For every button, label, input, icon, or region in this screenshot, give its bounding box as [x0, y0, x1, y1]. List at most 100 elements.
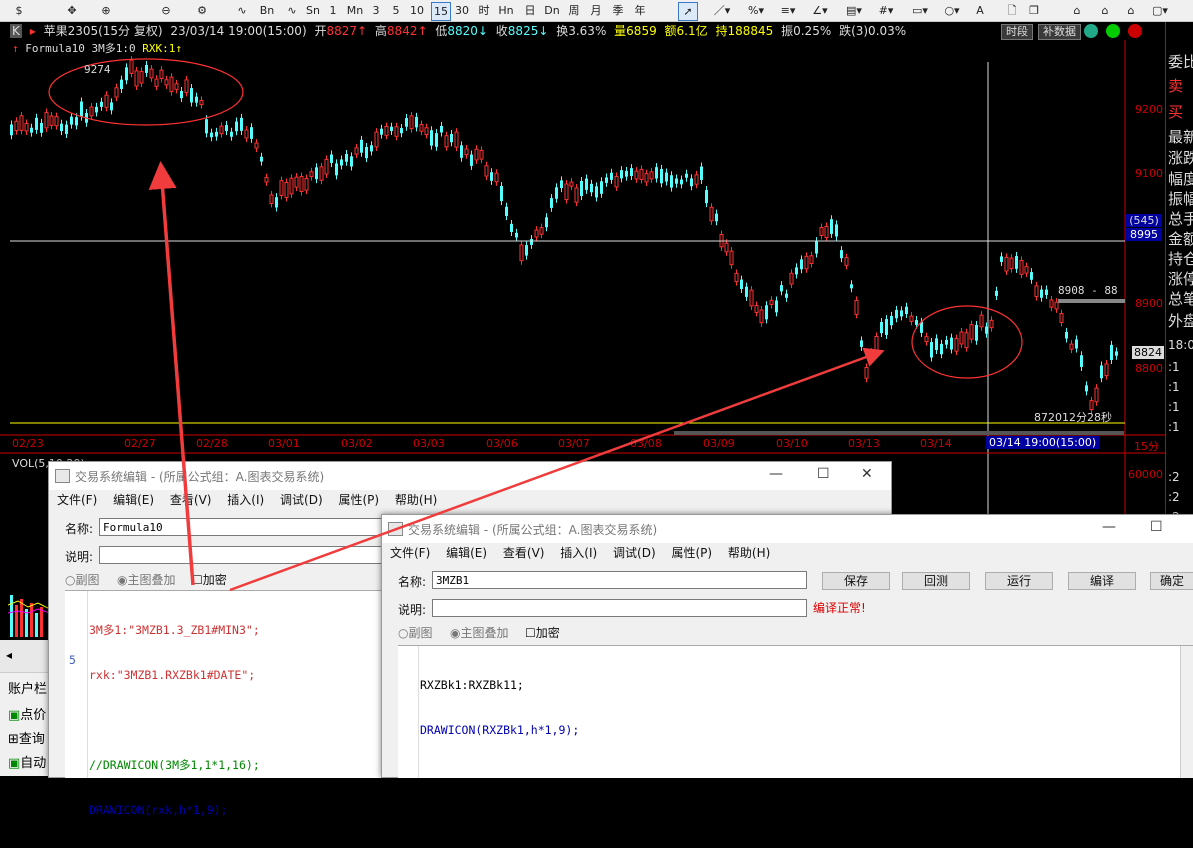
- encrypt-checkbox[interactable]: ☐加密: [192, 571, 227, 588]
- formula-name-input[interactable]: Formula10: [99, 518, 399, 536]
- menu-insert[interactable]: 插入(I): [560, 546, 597, 560]
- draw-line-icon[interactable]: ／▾: [710, 2, 734, 19]
- backtest-button[interactable]: 回测: [902, 572, 970, 590]
- radio-subchart[interactable]: ○副图: [398, 624, 433, 641]
- expand-icon[interactable]: ⊞: [8, 732, 19, 747]
- panel-total-trades: 总笔: [1168, 290, 1193, 308]
- menu-insert[interactable]: 插入(I): [227, 493, 264, 507]
- chart-menu-icon[interactable]: K: [10, 24, 22, 38]
- formula-name-input[interactable]: 3MZB1: [432, 571, 807, 589]
- menu-properties[interactable]: 属性(P): [338, 493, 379, 507]
- code-editor-2[interactable]: RXZBk1:RXZBk11; DRAWICON(RXZBk1,h*1,9);: [398, 645, 1193, 778]
- period-dn-button[interactable]: Dn: [542, 2, 562, 19]
- sidebar-item-auto[interactable]: ▣自动: [8, 752, 46, 771]
- encrypt-checkbox[interactable]: ☐加密: [525, 624, 560, 641]
- refresh-icon[interactable]: [1084, 24, 1098, 38]
- period-year-button[interactable]: 年: [632, 2, 648, 19]
- percent-icon[interactable]: %▾: [744, 2, 768, 19]
- save-icon[interactable]: ▢▾: [1148, 2, 1172, 19]
- settings-icon[interactable]: ⚙: [190, 2, 214, 19]
- zoom-out-icon[interactable]: ⊖: [156, 2, 176, 19]
- period-month-button[interactable]: 月: [588, 2, 604, 19]
- save-button[interactable]: 保存: [822, 572, 890, 590]
- period-hn-button[interactable]: Hn: [496, 2, 516, 19]
- volume-value: 量6859: [614, 24, 657, 38]
- shopping-icon[interactable]: ⌂: [1122, 2, 1140, 19]
- period-5-button[interactable]: 5: [390, 2, 402, 19]
- editor2-titlebar[interactable]: 交易系统编辑 - (所属公式组：A.图表交易系统) — ☐: [382, 515, 1193, 543]
- period-3-button[interactable]: 3: [370, 2, 382, 19]
- period-1m-button[interactable]: Bn: [256, 2, 278, 19]
- maximize-button[interactable]: ☐: [817, 466, 830, 482]
- parallel-icon[interactable]: ≡▾: [776, 2, 800, 19]
- candle-body: [139, 70, 144, 84]
- cursor-icon[interactable]: ➚: [678, 2, 698, 21]
- description-input[interactable]: [432, 599, 807, 617]
- date-tick-label: 03/07: [558, 437, 590, 450]
- period-week-button[interactable]: 周: [566, 2, 582, 19]
- minimize-button[interactable]: —: [769, 466, 783, 482]
- period-button[interactable]: 时段: [1001, 24, 1033, 40]
- box-icon[interactable]: ▤▾: [842, 2, 866, 19]
- candle-body: [1085, 385, 1088, 392]
- period-1-button[interactable]: 1: [326, 2, 340, 19]
- period-min-button[interactable]: Mn: [344, 2, 366, 19]
- compile-button[interactable]: 编译: [1068, 572, 1136, 590]
- run-button[interactable]: 运行: [985, 572, 1053, 590]
- confirm-button[interactable]: 确定: [1150, 572, 1193, 590]
- period-hour-button[interactable]: 时: [476, 2, 492, 19]
- period-10-button[interactable]: 10: [408, 2, 426, 19]
- editor1-titlebar[interactable]: 交易系统编辑 - (所属公式组：A.图表交易系统) — ☐ ✕: [49, 462, 891, 490]
- crosshair-icon[interactable]: ✥: [62, 2, 82, 19]
- currency-dropdown[interactable]: $: [4, 2, 34, 19]
- menu-properties[interactable]: 属性(P): [671, 546, 712, 560]
- menu-edit[interactable]: 编辑(E): [446, 546, 487, 560]
- price-tick-8800: 8800: [1135, 362, 1163, 375]
- menu-view[interactable]: 查看(V): [503, 546, 545, 560]
- radio-subchart[interactable]: ○副图: [65, 571, 100, 588]
- delete-icon[interactable]: 🗋: [1004, 2, 1020, 19]
- supplement-data-button[interactable]: 补数据: [1038, 24, 1081, 40]
- menu-view[interactable]: 查看(V): [170, 493, 212, 507]
- radio-main-overlay[interactable]: ◉主图叠加: [117, 571, 176, 588]
- date-tick-label: 03/13: [848, 437, 880, 450]
- vertical-scrollbar[interactable]: [1180, 646, 1193, 778]
- close-red-icon[interactable]: [1128, 24, 1142, 38]
- radio-main-overlay[interactable]: ◉主图叠加: [450, 624, 509, 641]
- description-input[interactable]: [99, 546, 399, 564]
- scroll-left-icon[interactable]: ◂: [6, 648, 12, 662]
- code-editor-1[interactable]: 5 3M多1:"3MZB1.3_ZB1#MIN3"; rxk:"3MZB1.RX…: [65, 590, 395, 817]
- menu-file[interactable]: 文件(F): [390, 546, 430, 560]
- period-season-button[interactable]: 季: [610, 2, 626, 19]
- period-chart-icon[interactable]: ∿: [282, 2, 302, 19]
- shape-icon[interactable]: ▭▾: [908, 2, 932, 19]
- menu-edit[interactable]: 编辑(E): [113, 493, 154, 507]
- maximize-button[interactable]: ☐: [1150, 519, 1163, 535]
- low-value: 8820↓: [447, 24, 488, 38]
- menu-debug[interactable]: 调试(D): [613, 546, 656, 560]
- grid-icon[interactable]: #▾: [874, 2, 898, 19]
- menu-debug[interactable]: 调试(D): [280, 493, 323, 507]
- sidebar-item-price[interactable]: ▣点价: [8, 704, 46, 723]
- minimize-button[interactable]: —: [1102, 519, 1116, 535]
- period-day-button[interactable]: 日: [522, 2, 538, 19]
- unlock-icon[interactable]: ⌂: [1096, 2, 1114, 19]
- copy-icon[interactable]: ❐: [1026, 2, 1042, 19]
- candle-body: [550, 198, 553, 208]
- zoom-in-icon[interactable]: ⊕: [96, 2, 116, 19]
- sidebar-item-query[interactable]: ⊞查询: [8, 728, 45, 747]
- period-5m-button[interactable]: Sn: [302, 2, 324, 19]
- text-icon[interactable]: A: [972, 2, 988, 19]
- period-15-button[interactable]: 15: [431, 2, 451, 21]
- close-button[interactable]: ✕: [861, 466, 873, 482]
- circle-icon[interactable]: ○▾: [940, 2, 964, 19]
- angle-icon[interactable]: ∠▾: [808, 2, 832, 19]
- menu-help[interactable]: 帮助(H): [395, 493, 437, 507]
- lock-icon[interactable]: ⌂: [1068, 2, 1086, 19]
- period-30-button[interactable]: 30: [453, 2, 471, 19]
- menu-help[interactable]: 帮助(H): [728, 546, 770, 560]
- line-chart-icon[interactable]: ∿: [232, 2, 252, 19]
- settings-green-icon[interactable]: [1106, 24, 1120, 38]
- menu-file[interactable]: 文件(F): [57, 493, 97, 507]
- candle-body: [614, 176, 619, 188]
